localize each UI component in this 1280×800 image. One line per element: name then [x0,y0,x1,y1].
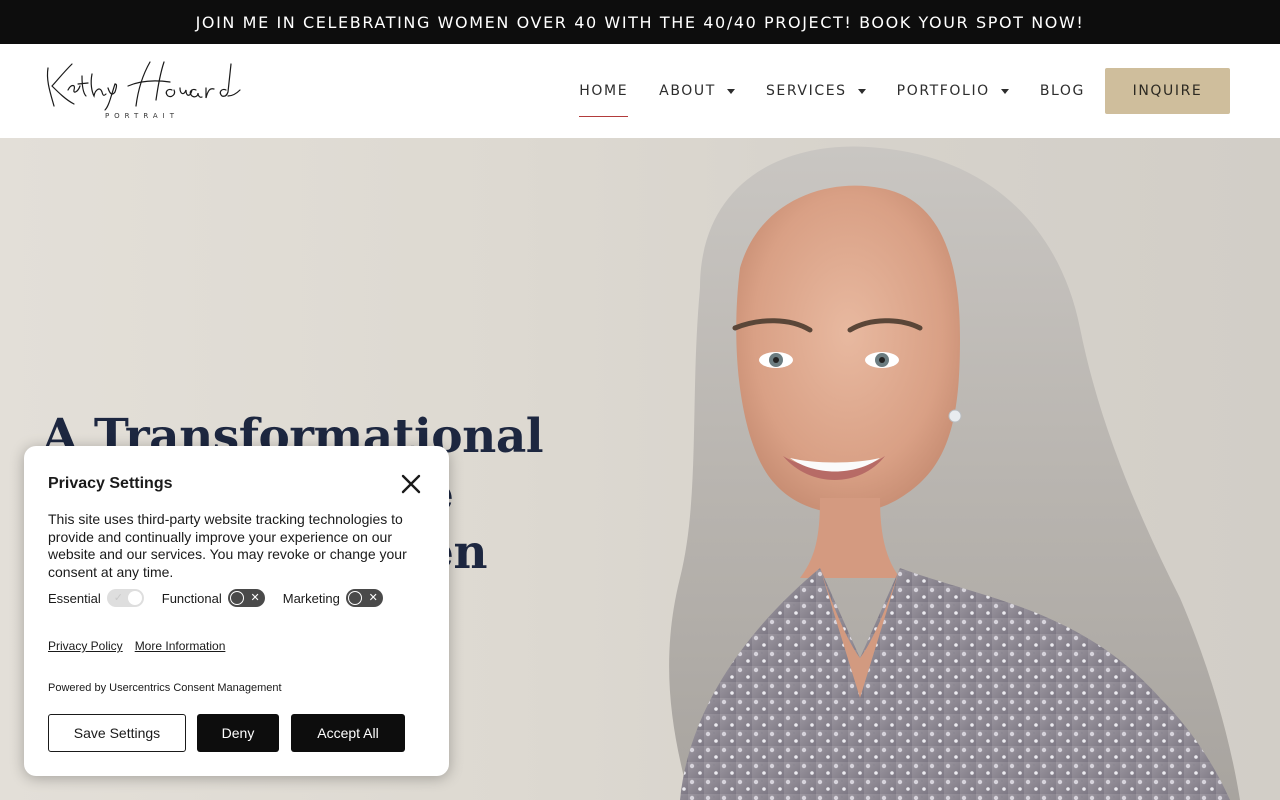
dialog-links: Privacy Policy More Information [48,639,237,653]
site-header: PORTRAIT HOME ABOUT SERVICES PORTFOLIO B… [0,44,1280,138]
nav-services-label[interactable]: SERVICES [766,83,847,99]
dialog-description: This site uses third-party website track… [48,511,407,580]
nav-home-label[interactable]: HOME [579,83,628,99]
nav-portfolio-label[interactable]: PORTFOLIO [897,83,990,99]
powered-by-text: Powered by Usercentrics Consent Manageme… [48,682,282,694]
accept-all-button[interactable]: Accept All [291,714,405,752]
main-nav: HOME ABOUT SERVICES PORTFOLIO BLOG INQUI… [579,44,1230,138]
announcement-text[interactable]: JOIN ME IN CELEBRATING WOMEN OVER 40 WIT… [196,13,1085,32]
x-icon: ✕ [250,592,260,604]
caret-down-icon[interactable] [726,88,735,94]
more-information-link[interactable]: More Information [135,639,226,653]
essential-switch: ✓ [106,589,144,607]
switch-knob [127,591,142,605]
toggle-label: Marketing [282,590,340,606]
nav-blog-label[interactable]: BLOG [1040,83,1085,99]
deny-button[interactable]: Deny [197,714,279,752]
toggle-functional[interactable]: Functional ✕ [162,589,265,607]
toggle-label: Functional [161,590,222,606]
close-icon[interactable] [400,473,422,495]
nav-home[interactable]: HOME [579,44,629,138]
dialog-title: Privacy Settings [48,475,173,492]
caret-down-icon[interactable] [857,88,866,94]
switch-knob [229,591,244,605]
announcement-bar[interactable]: JOIN ME IN CELEBRATING WOMEN OVER 40 WIT… [0,0,1280,44]
toggle-label: Essential [48,590,101,606]
toggle-marketing[interactable]: Marketing ✕ [283,589,383,607]
nav-blog[interactable]: BLOG [1040,44,1085,138]
caret-down-icon[interactable] [1000,88,1009,94]
logo-tagline: PORTRAIT [104,112,180,120]
nav-about-label[interactable]: ABOUT [659,83,716,99]
x-icon: ✕ [368,592,378,604]
inquire-button[interactable]: INQUIRE [1105,68,1230,114]
consent-toggles: Essential ✓ Functional ✕ Marketing ✕ [48,589,401,607]
functional-switch[interactable]: ✕ [227,589,265,607]
privacy-settings-dialog: Privacy Settings This site uses third-pa… [24,446,449,776]
marketing-switch[interactable]: ✕ [345,589,383,607]
switch-knob [347,591,362,605]
nav-portfolio[interactable]: PORTFOLIO [897,44,1009,138]
inquire-button-label[interactable]: INQUIRE [1133,83,1203,99]
check-icon: ✓ [113,592,123,604]
nav-about[interactable]: ABOUT [659,44,735,138]
privacy-policy-link[interactable]: Privacy Policy [48,639,123,653]
signature-logo-graphic [46,61,241,111]
nav-services[interactable]: SERVICES [766,44,866,138]
site-logo[interactable]: PORTRAIT [38,56,244,126]
toggle-essential: Essential ✓ [48,589,144,607]
save-settings-button[interactable]: Save Settings [48,714,186,752]
